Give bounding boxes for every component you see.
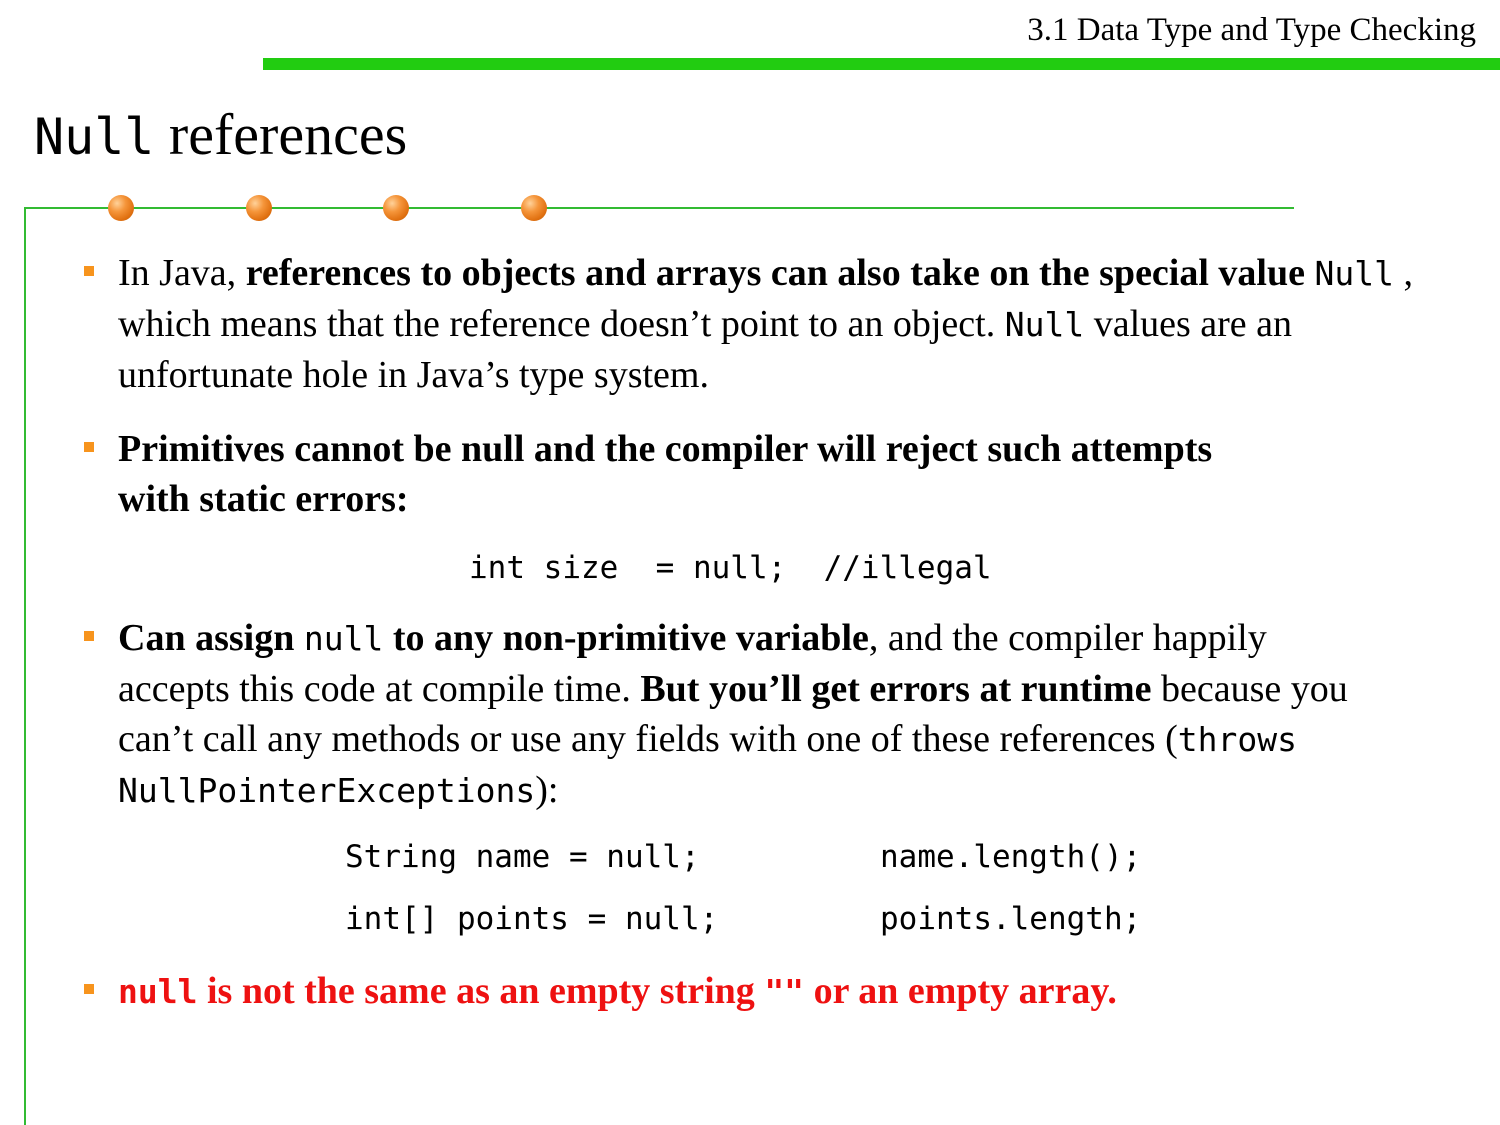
bullet-3: Can assign null to any non-primitive var… [82,613,1388,816]
frame-left-line [24,207,26,1125]
section-header: 3.1 Data Type and Type Checking [1027,12,1476,48]
bullet-1-bold: references to objects and arrays can als… [245,252,1305,294]
code-array-null: int[] points = null; [345,901,719,937]
decor-dot-4 [521,195,547,221]
bullet-1-code-2: Null [1004,305,1085,344]
bullet-marker [84,631,94,641]
decor-dot-1 [108,195,134,221]
bullet-list-2: Can assign null to any non-primitive var… [82,613,1412,816]
title-text: references [154,102,408,167]
bullet-3-bold-2: to any non-primitive variable [383,617,869,659]
code-illegal-assignment: int size = null; //illegal [469,550,992,586]
bullet-marker [84,442,94,452]
code-points-length: points.length; [880,901,1142,937]
bullet-2-bold: Primitives cannot be null and the compil… [118,428,1213,520]
bullet-3-text-4: ): [535,769,559,811]
bullet-3-code-2: throws [1177,720,1297,759]
title-code: Null [34,108,155,166]
bullet-1: In Java, references to objects and array… [82,248,1428,400]
bullet-4: null is not the same as an empty string … [82,966,1412,1017]
bullet-list: In Java, references to objects and array… [82,248,1413,524]
code-string-null: String name = null; [345,839,700,875]
bullet-3-code-1: null [303,619,384,658]
bullet-4-bold-1: is not the same as an empty string [197,970,765,1012]
bullet-4-code-1: null [118,972,198,1011]
header-rule [263,58,1500,70]
code-name-length: name.length(); [880,839,1142,875]
decor-dot-3 [383,195,409,221]
bullet-4-code-2: "" [764,972,805,1011]
decor-dot-2 [246,195,272,221]
bullet-3-bold-1: Can assign [118,617,304,659]
bullet-2: Primitives cannot be null and the compil… [82,424,1258,524]
bullet-list-3: null is not the same as an empty string … [82,966,1412,1017]
bullet-1-text-1: In Java, [118,252,246,294]
bullet-1-code-1: Null [1314,254,1394,293]
bullet-3-code-3: NullPointerExceptions [118,771,536,810]
bullet-4-bold-2: or an empty array. [804,970,1117,1012]
frame-top-line [24,207,1294,209]
bullet-3-bold-3: But you’ll get errors at runtime [640,668,1152,710]
slide-title: Null references [34,100,407,170]
bullet-marker [84,266,94,276]
bullet-marker [84,984,94,994]
